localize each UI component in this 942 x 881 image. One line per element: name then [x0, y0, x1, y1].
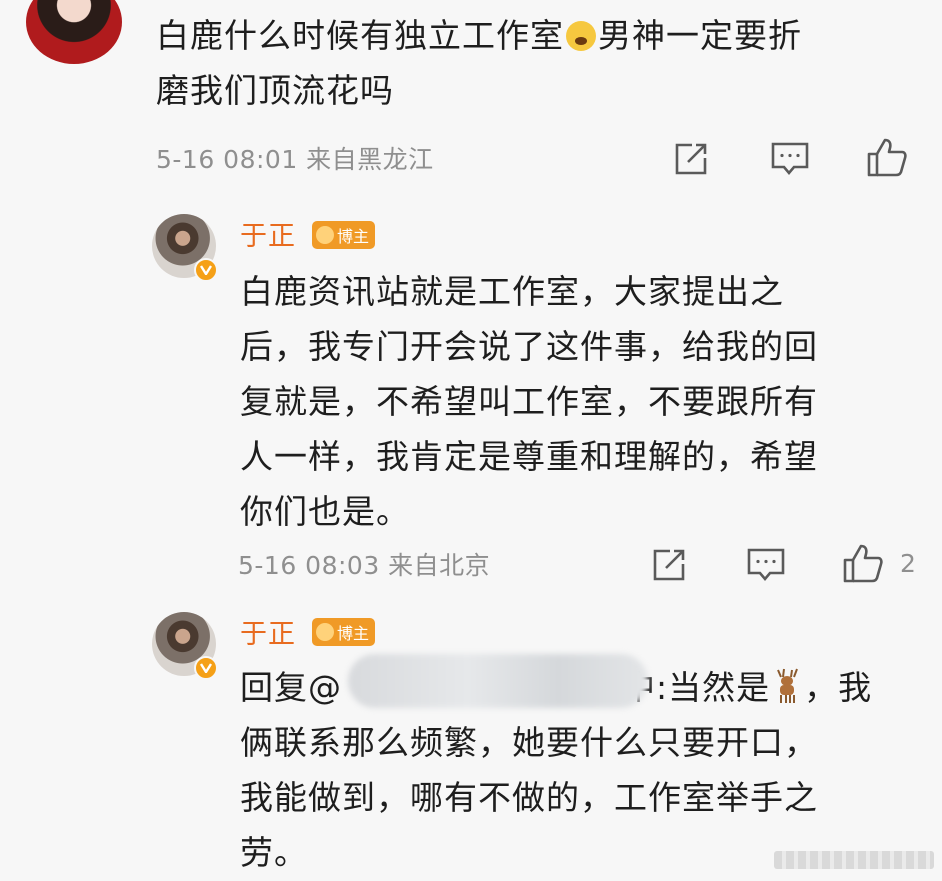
badge-face-icon — [316, 226, 334, 244]
top-comment-text: 白鹿什么时候有独立工作室 男神一定要折 磨我们顶流花吗 — [156, 8, 926, 118]
top-comment-line1: 白鹿什么时候有独立工作室 — [156, 16, 564, 55]
badge-face-icon — [316, 623, 334, 641]
reply1-text: 白鹿资讯站就是工作室，大家提出之 后，我专门开会说了这件事，给我的回 复就是，不… — [240, 264, 930, 539]
like-count: 2 — [900, 549, 916, 578]
top-commenter-avatar[interactable] — [26, 0, 122, 64]
top-comment-line1-cont: 男神一定要折 — [598, 16, 802, 55]
reply2-line: 俩联系那么频繁，她要什么只要开口， — [240, 723, 818, 762]
reply1-line: 后，我专门开会说了这件事，给我的回 — [240, 327, 818, 366]
reply1-line: 你们也是。 — [240, 492, 410, 531]
top-comment-line2: 磨我们顶流花吗 — [156, 71, 394, 110]
author-badge-label: 博主 — [337, 227, 370, 246]
comment-icon[interactable] — [770, 140, 810, 178]
blurred-mention[interactable] — [348, 654, 648, 708]
author-badge: 博主 — [312, 221, 376, 249]
reply1-line: 复就是，不希望叫工作室，不要跟所有 — [240, 382, 818, 421]
share-icon[interactable] — [650, 546, 688, 584]
verified-v-icon — [194, 258, 218, 282]
share-icon[interactable] — [672, 140, 710, 178]
comment-icon[interactable] — [746, 546, 786, 584]
reply-prefix: 回复@ — [240, 668, 342, 707]
deer-emoji-icon — [777, 668, 799, 703]
reply1-line: 人一样，我肯定是尊重和理解的，希望 — [240, 437, 818, 476]
watermark — [774, 851, 934, 869]
reply1-username[interactable]: 于正 — [240, 214, 296, 253]
scream-emoji-icon — [566, 21, 596, 51]
reply1-line: 白鹿资讯站就是工作室，大家提出之 — [240, 272, 784, 311]
verified-v-icon — [194, 656, 218, 680]
reply2-username[interactable]: 于正 — [240, 612, 296, 651]
thumbs-up-icon[interactable] — [842, 542, 884, 584]
reply2-line: 我能做到，哪有不做的，工作室举手之 — [240, 778, 818, 817]
author-badge: 博主 — [312, 618, 376, 646]
top-comment-meta: 5-16 08:01 来自黑龙江 — [156, 145, 434, 174]
thumbs-up-icon[interactable] — [866, 136, 908, 178]
reply1-meta: 5-16 08:03 来自北京 — [238, 551, 491, 580]
author-badge-label: 博主 — [337, 624, 370, 643]
reply2-line1-suffix: ，我 — [804, 668, 873, 707]
